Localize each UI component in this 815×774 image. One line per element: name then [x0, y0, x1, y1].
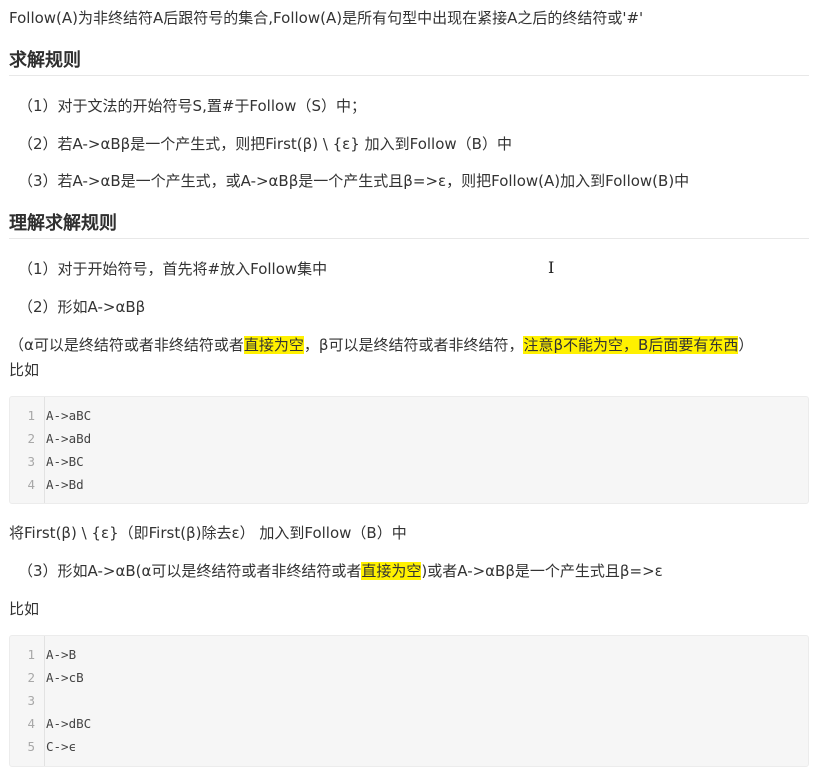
code-line: 4 A->Bd — [10, 473, 808, 496]
code-text: A->BC — [46, 454, 84, 469]
text-cursor-icon: I — [548, 258, 555, 277]
after-code-paragraph: 将First(β) \ {ε}（即First(β)除去ε） 加入到Follow（… — [9, 524, 407, 542]
line-number: 4 — [27, 477, 35, 492]
rule-item-2: （2）若A->αBβ是一个产生式，则把First(β) \ {ε} 加入到Fol… — [18, 135, 512, 153]
line-number: 4 — [27, 716, 35, 731]
intro-paragraph: Follow(A)为非终结符A后跟符号的集合,Follow(A)是所有句型中出现… — [9, 9, 644, 27]
highlight: 直接为空 — [361, 562, 422, 580]
code-line: 3 — [10, 689, 808, 712]
section-divider — [9, 238, 809, 239]
code-text: A->cB — [46, 670, 84, 685]
line-number: 5 — [27, 739, 35, 754]
code-line: 1 A->B — [10, 643, 808, 666]
code-text: A->Bd — [46, 477, 84, 492]
section-title-rules: 求解规则 — [9, 50, 81, 71]
code-line: 3 A->BC — [10, 450, 808, 473]
highlight: 直接为空 — [243, 336, 304, 354]
item-text: )或者A->αBβ是一个产生式且β=>ε — [421, 562, 663, 580]
code-line: 5 C->ϵ — [10, 735, 808, 758]
section-divider — [9, 75, 809, 76]
example-label: 比如 — [9, 361, 40, 379]
code-line: 2 A->cB — [10, 666, 808, 689]
code-text: A->dBC — [46, 716, 92, 731]
line-number: 3 — [27, 693, 35, 708]
line-number: 2 — [27, 431, 35, 446]
section-title-understanding: 理解求解规则 — [9, 213, 117, 234]
note-paragraph: （α可以是终结符或者非终结符或者直接为空，β可以是终结符或者非终结符，注意β不能… — [9, 334, 753, 355]
item-text: （3）形如A->αB(α可以是终结符或者非终结符或者 — [18, 562, 362, 580]
code-text: C->ϵ — [46, 739, 77, 754]
note-text: ） — [738, 336, 754, 354]
code-line: 1 A->aBC — [10, 404, 808, 427]
code-text: A->aBd — [46, 431, 92, 446]
understand-item-3: （3）形如A->αB(α可以是终结符或者非终结符或者直接为空)或者A->αBβ是… — [18, 560, 663, 581]
note-text: （α可以是终结符或者非终结符或者 — [9, 336, 244, 354]
code-text: A->B — [46, 647, 77, 662]
code-text: A->aBC — [46, 408, 92, 423]
example-label: 比如 — [9, 600, 40, 618]
code-block-2: 1 A->B 2 A->cB 3 4 A->dBC 5 C->ϵ — [9, 635, 809, 767]
highlight: 注意β不能为空，B后面要有东西 — [523, 336, 739, 354]
rule-item-1: （1）对于文法的开始符号S,置#于Follow（S）中； — [18, 97, 366, 115]
note-text: ，β可以是终结符或者非终结符， — [303, 336, 524, 354]
line-number: 2 — [27, 670, 35, 685]
line-number: 1 — [27, 408, 35, 423]
understand-item-1: （1）对于开始符号，首先将#放入Follow集中 — [18, 260, 328, 278]
line-number: 1 — [27, 647, 35, 662]
code-line: 2 A->aBd — [10, 427, 808, 450]
understand-item-2: （2）形如A->αBβ — [18, 298, 146, 316]
code-line: 4 A->dBC — [10, 712, 808, 735]
rule-item-3: （3）若A->αB是一个产生式，或A->αBβ是一个产生式且β=>ε，则把Fol… — [18, 172, 690, 190]
code-block-1: 1 A->aBC 2 A->aBd 3 A->BC 4 A->Bd — [9, 396, 809, 504]
line-number: 3 — [27, 454, 35, 469]
